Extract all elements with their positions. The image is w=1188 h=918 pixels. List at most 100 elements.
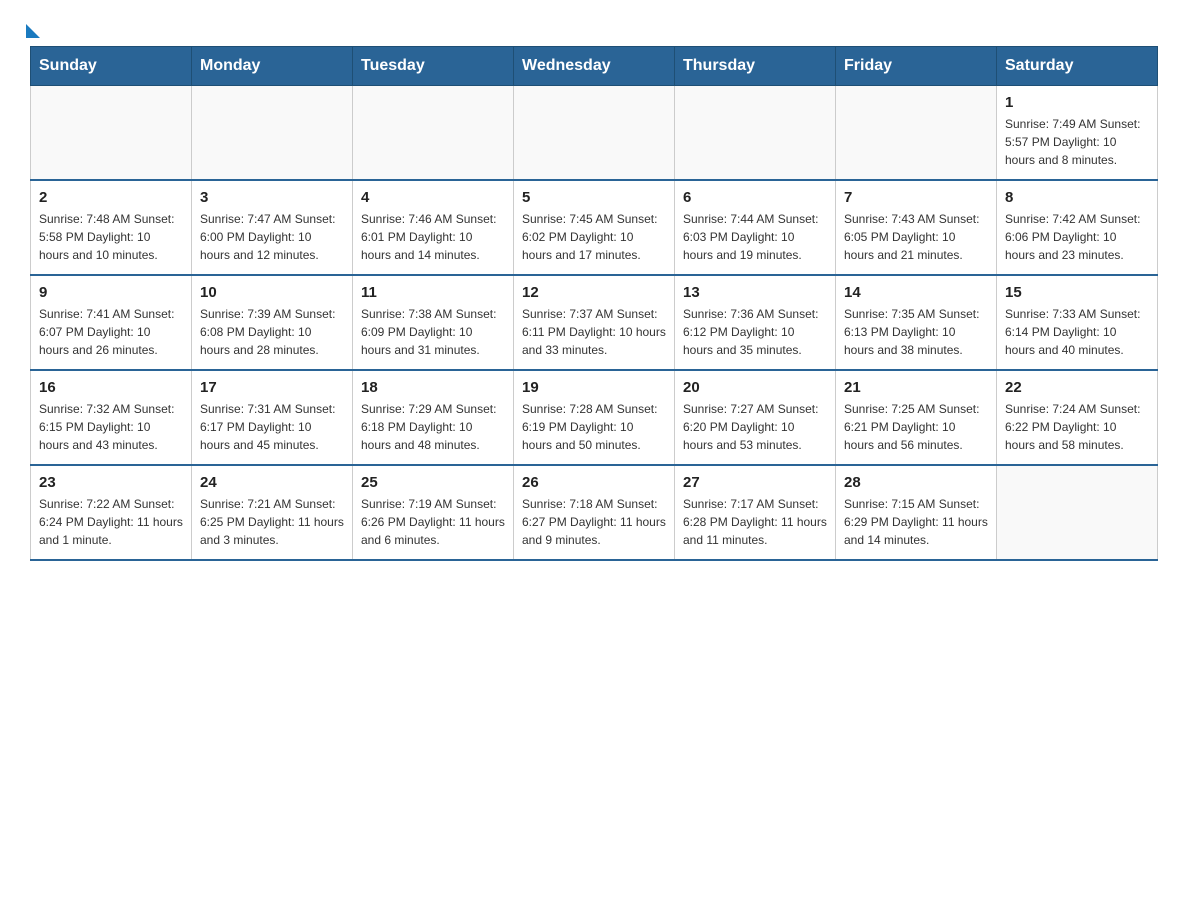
day-info: Sunrise: 7:25 AM Sunset: 6:21 PM Dayligh… (844, 400, 988, 454)
calendar-cell (836, 86, 997, 181)
day-number: 27 (683, 474, 827, 491)
day-info: Sunrise: 7:48 AM Sunset: 5:58 PM Dayligh… (39, 210, 183, 264)
column-header-monday: Monday (192, 47, 353, 86)
day-number: 8 (1005, 189, 1149, 206)
day-info: Sunrise: 7:46 AM Sunset: 6:01 PM Dayligh… (361, 210, 505, 264)
day-number: 18 (361, 379, 505, 396)
calendar-week-row: 1 Sunrise: 7:49 AM Sunset: 5:57 PM Daylig… (31, 86, 1158, 181)
day-info: Sunrise: 7:27 AM Sunset: 6:20 PM Dayligh… (683, 400, 827, 454)
calendar-cell: 4 Sunrise: 7:46 AM Sunset: 6:01 PM Daylig… (353, 180, 514, 275)
day-info: Sunrise: 7:32 AM Sunset: 6:15 PM Dayligh… (39, 400, 183, 454)
calendar-cell: 7 Sunrise: 7:43 AM Sunset: 6:05 PM Daylig… (836, 180, 997, 275)
calendar-week-row: 9 Sunrise: 7:41 AM Sunset: 6:07 PM Daylig… (31, 275, 1158, 370)
page-header (30, 20, 1158, 36)
day-info: Sunrise: 7:28 AM Sunset: 6:19 PM Dayligh… (522, 400, 666, 454)
day-info: Sunrise: 7:29 AM Sunset: 6:18 PM Dayligh… (361, 400, 505, 454)
day-info: Sunrise: 7:35 AM Sunset: 6:13 PM Dayligh… (844, 305, 988, 359)
day-info: Sunrise: 7:31 AM Sunset: 6:17 PM Dayligh… (200, 400, 344, 454)
day-number: 15 (1005, 284, 1149, 301)
calendar-cell: 19 Sunrise: 7:28 AM Sunset: 6:19 PM Dayli… (514, 370, 675, 465)
day-info: Sunrise: 7:37 AM Sunset: 6:11 PM Dayligh… (522, 305, 666, 359)
calendar-cell: 11Sunrise: 7:38 AM Sunset: 6:09 PM Dayli… (353, 275, 514, 370)
calendar-cell: 28 Sunrise: 7:15 AM Sunset: 6:29 PM Dayli… (836, 465, 997, 560)
calendar-cell: 15 Sunrise: 7:33 AM Sunset: 6:14 PM Dayli… (997, 275, 1158, 370)
day-info: Sunrise: 7:21 AM Sunset: 6:25 PM Dayligh… (200, 495, 344, 549)
day-number: 13 (683, 284, 827, 301)
day-number: 16 (39, 379, 183, 396)
day-number: 10 (200, 284, 344, 301)
day-info: Sunrise: 7:24 AM Sunset: 6:22 PM Dayligh… (1005, 400, 1149, 454)
calendar-cell: 25 Sunrise: 7:19 AM Sunset: 6:26 PM Dayli… (353, 465, 514, 560)
calendar-cell: 27 Sunrise: 7:17 AM Sunset: 6:28 PM Dayli… (675, 465, 836, 560)
calendar-cell: 14 Sunrise: 7:35 AM Sunset: 6:13 PM Dayli… (836, 275, 997, 370)
calendar-cell: 22Sunrise: 7:24 AM Sunset: 6:22 PM Dayli… (997, 370, 1158, 465)
day-number: 23 (39, 474, 183, 491)
calendar-cell: 13 Sunrise: 7:36 AM Sunset: 6:12 PM Dayli… (675, 275, 836, 370)
calendar-cell: 18 Sunrise: 7:29 AM Sunset: 6:18 PM Dayli… (353, 370, 514, 465)
day-info: Sunrise: 7:45 AM Sunset: 6:02 PM Dayligh… (522, 210, 666, 264)
day-number: 20 (683, 379, 827, 396)
day-number: 6 (683, 189, 827, 206)
day-number: 7 (844, 189, 988, 206)
calendar-week-row: 2 Sunrise: 7:48 AM Sunset: 5:58 PM Daylig… (31, 180, 1158, 275)
day-number: 14 (844, 284, 988, 301)
day-info: Sunrise: 7:49 AM Sunset: 5:57 PM Dayligh… (1005, 115, 1149, 169)
calendar-cell: 17 Sunrise: 7:31 AM Sunset: 6:17 PM Dayli… (192, 370, 353, 465)
calendar-cell (675, 86, 836, 181)
calendar-cell (997, 465, 1158, 560)
calendar-cell: 9 Sunrise: 7:41 AM Sunset: 6:07 PM Daylig… (31, 275, 192, 370)
day-info: Sunrise: 7:15 AM Sunset: 6:29 PM Dayligh… (844, 495, 988, 549)
day-info: Sunrise: 7:18 AM Sunset: 6:27 PM Dayligh… (522, 495, 666, 549)
day-info: Sunrise: 7:39 AM Sunset: 6:08 PM Dayligh… (200, 305, 344, 359)
day-info: Sunrise: 7:33 AM Sunset: 6:14 PM Dayligh… (1005, 305, 1149, 359)
calendar-cell: 24 Sunrise: 7:21 AM Sunset: 6:25 PM Dayli… (192, 465, 353, 560)
day-info: Sunrise: 7:41 AM Sunset: 6:07 PM Dayligh… (39, 305, 183, 359)
day-number: 2 (39, 189, 183, 206)
logo-arrow-icon (26, 24, 40, 38)
calendar-cell: 20 Sunrise: 7:27 AM Sunset: 6:20 PM Dayli… (675, 370, 836, 465)
day-info: Sunrise: 7:43 AM Sunset: 6:05 PM Dayligh… (844, 210, 988, 264)
calendar-cell: 8 Sunrise: 7:42 AM Sunset: 6:06 PM Daylig… (997, 180, 1158, 275)
calendar-cell: 6 Sunrise: 7:44 AM Sunset: 6:03 PM Daylig… (675, 180, 836, 275)
calendar-cell: 16 Sunrise: 7:32 AM Sunset: 6:15 PM Dayli… (31, 370, 192, 465)
calendar-cell: 5 Sunrise: 7:45 AM Sunset: 6:02 PM Daylig… (514, 180, 675, 275)
day-number: 5 (522, 189, 666, 206)
day-info: Sunrise: 7:44 AM Sunset: 6:03 PM Dayligh… (683, 210, 827, 264)
calendar-cell: 3Sunrise: 7:47 AM Sunset: 6:00 PM Daylig… (192, 180, 353, 275)
calendar-cell (353, 86, 514, 181)
column-header-saturday: Saturday (997, 47, 1158, 86)
day-number: 9 (39, 284, 183, 301)
calendar-header-row: SundayMondayTuesdayWednesdayThursdayFrid… (31, 47, 1158, 86)
calendar-cell: 26Sunrise: 7:18 AM Sunset: 6:27 PM Dayli… (514, 465, 675, 560)
day-number: 21 (844, 379, 988, 396)
column-header-wednesday: Wednesday (514, 47, 675, 86)
column-header-thursday: Thursday (675, 47, 836, 86)
calendar-cell: 21 Sunrise: 7:25 AM Sunset: 6:21 PM Dayli… (836, 370, 997, 465)
day-number: 24 (200, 474, 344, 491)
calendar-table: SundayMondayTuesdayWednesdayThursdayFrid… (30, 46, 1158, 561)
column-header-friday: Friday (836, 47, 997, 86)
column-header-sunday: Sunday (31, 47, 192, 86)
day-number: 19 (522, 379, 666, 396)
column-header-tuesday: Tuesday (353, 47, 514, 86)
calendar-cell: 2 Sunrise: 7:48 AM Sunset: 5:58 PM Daylig… (31, 180, 192, 275)
day-number: 28 (844, 474, 988, 491)
calendar-cell: 12 Sunrise: 7:37 AM Sunset: 6:11 PM Dayli… (514, 275, 675, 370)
calendar-cell (514, 86, 675, 181)
calendar-cell: 23 Sunrise: 7:22 AM Sunset: 6:24 PM Dayli… (31, 465, 192, 560)
calendar-cell (31, 86, 192, 181)
day-number: 12 (522, 284, 666, 301)
day-info: Sunrise: 7:38 AM Sunset: 6:09 PM Dayligh… (361, 305, 505, 359)
calendar-week-row: 23 Sunrise: 7:22 AM Sunset: 6:24 PM Dayli… (31, 465, 1158, 560)
day-number: 4 (361, 189, 505, 206)
day-info: Sunrise: 7:19 AM Sunset: 6:26 PM Dayligh… (361, 495, 505, 549)
day-info: Sunrise: 7:17 AM Sunset: 6:28 PM Dayligh… (683, 495, 827, 549)
calendar-cell: 1 Sunrise: 7:49 AM Sunset: 5:57 PM Daylig… (997, 86, 1158, 181)
day-number: 17 (200, 379, 344, 396)
day-number: 1 (1005, 94, 1149, 111)
day-info: Sunrise: 7:22 AM Sunset: 6:24 PM Dayligh… (39, 495, 183, 549)
day-info: Sunrise: 7:42 AM Sunset: 6:06 PM Dayligh… (1005, 210, 1149, 264)
calendar-week-row: 16 Sunrise: 7:32 AM Sunset: 6:15 PM Dayli… (31, 370, 1158, 465)
day-number: 25 (361, 474, 505, 491)
day-info: Sunrise: 7:36 AM Sunset: 6:12 PM Dayligh… (683, 305, 827, 359)
